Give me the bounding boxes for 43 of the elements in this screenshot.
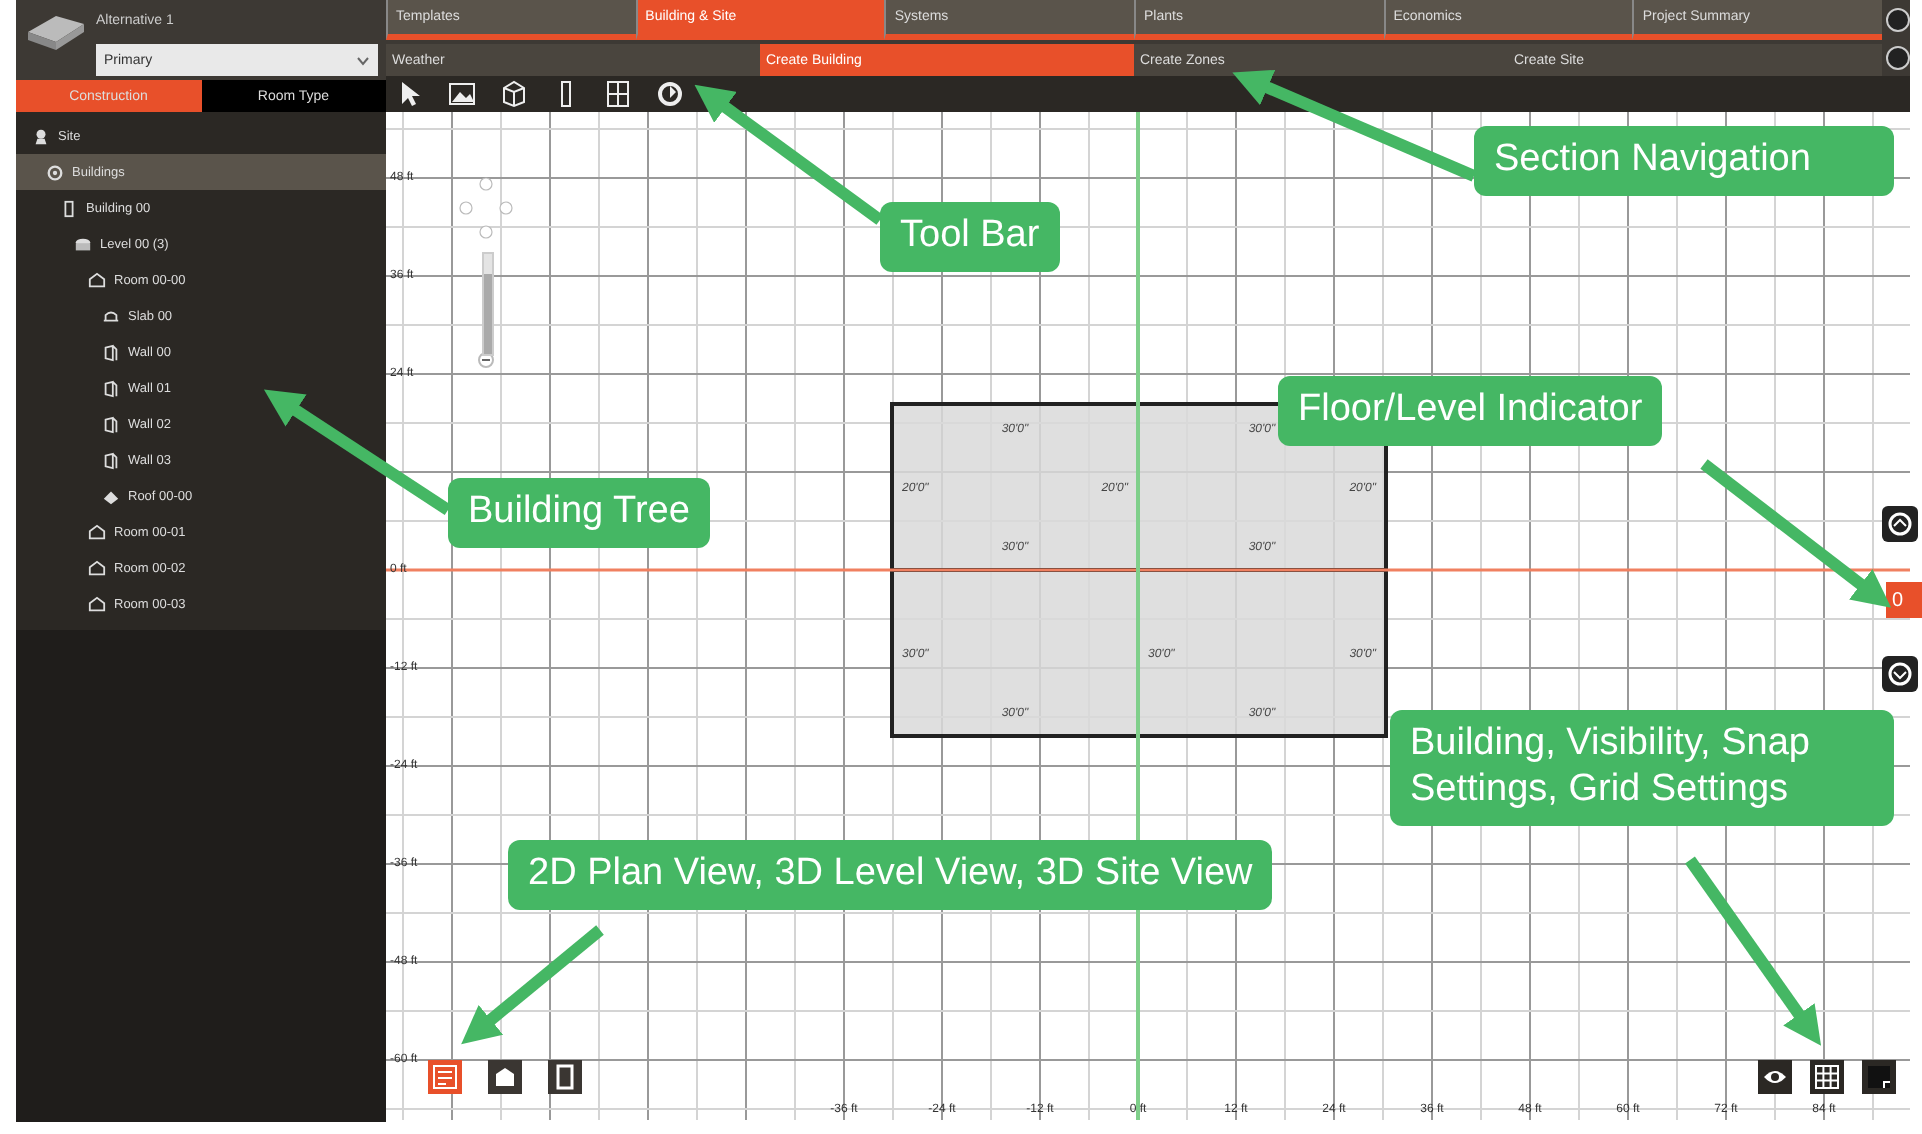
circle-icon[interactable]	[1886, 46, 1910, 70]
snap-settings-button[interactable]	[1862, 1060, 1896, 1094]
chevron-down-icon	[356, 55, 370, 65]
circle-icon[interactable]	[1886, 8, 1911, 32]
callout-label: Building Tree	[448, 478, 710, 548]
wall-icon	[102, 415, 120, 433]
zoom-slider[interactable]	[482, 252, 494, 356]
box-icon[interactable]	[500, 80, 528, 108]
image-icon[interactable]	[448, 80, 476, 108]
callout-arrow	[461, 925, 604, 1045]
callout-label: Section Navigation	[1474, 126, 1894, 196]
building-icon	[60, 199, 78, 217]
pin-icon	[32, 127, 50, 145]
level-up-button[interactable]	[1882, 506, 1918, 542]
panel-icon	[1866, 1064, 1892, 1090]
callout-label: Floor/Level Indicator	[1278, 376, 1663, 446]
grid-icon	[1814, 1064, 1840, 1090]
visibility-button[interactable]	[1758, 1060, 1792, 1094]
gear-icon	[46, 163, 64, 181]
rotate-icon[interactable]	[656, 80, 684, 108]
slab-icon	[102, 307, 120, 325]
layers-icon	[74, 235, 92, 253]
callout-label: 2D Plan View, 3D Level View, 3D Site View	[508, 840, 1273, 910]
window-icon[interactable]	[604, 80, 632, 108]
callout-label: Building, Visibility, Snap Settings, Grid Settings	[1390, 710, 1894, 826]
building-icon	[552, 1064, 578, 1090]
pointer-icon[interactable]	[396, 80, 424, 108]
roof-icon	[102, 487, 120, 505]
house-icon	[492, 1064, 518, 1090]
wall-icon	[102, 343, 120, 361]
view-button[interactable]	[488, 1060, 522, 1094]
wall-icon	[102, 451, 120, 469]
chevron-down-icon	[1886, 660, 1914, 688]
floor-level-indicator: 0	[1886, 582, 1922, 618]
room-icon	[88, 271, 106, 289]
grid-settings-button[interactable]	[1810, 1060, 1844, 1094]
chevron-up-icon	[1886, 510, 1914, 538]
wall-icon	[102, 379, 120, 397]
level-down-button[interactable]	[1882, 656, 1918, 692]
plan-icon	[432, 1064, 458, 1090]
pan-control[interactable]	[459, 177, 513, 239]
callout-label: Tool Bar	[880, 202, 1060, 272]
view-button[interactable]	[548, 1060, 582, 1094]
